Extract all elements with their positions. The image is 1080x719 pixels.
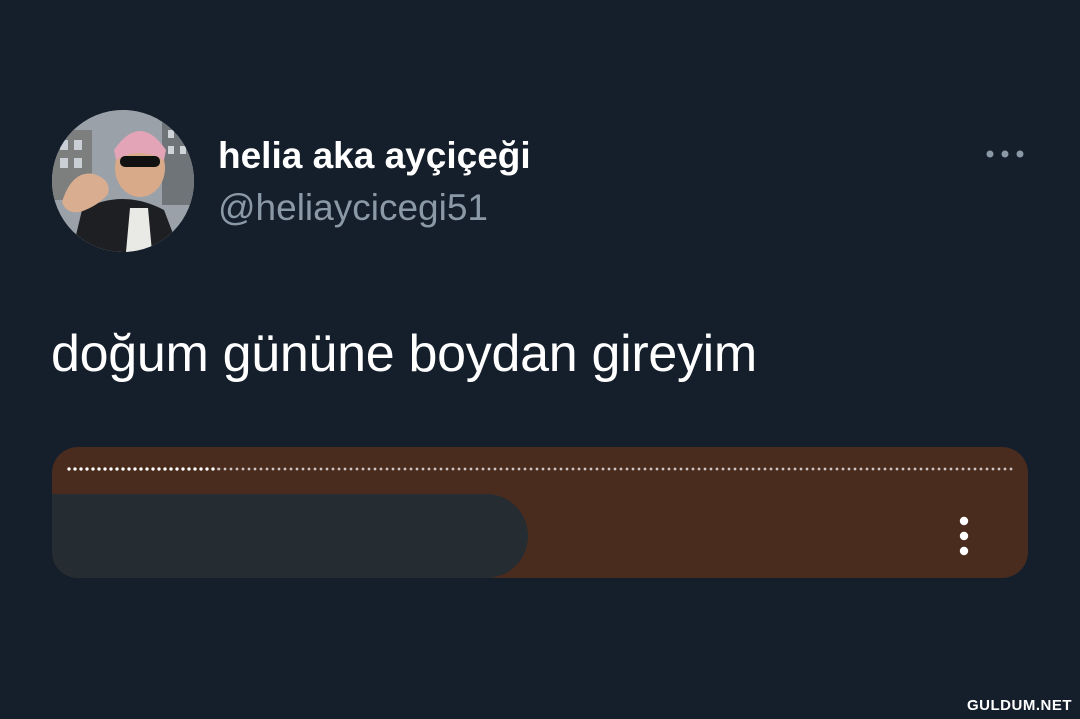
playback-control-pill[interactable] xyxy=(52,494,528,578)
author-display-name[interactable]: helia aka ayçiçeği xyxy=(218,134,531,178)
more-options-button[interactable] xyxy=(983,143,1029,165)
site-watermark: GULDUM.NET xyxy=(967,697,1072,714)
player-menu-button[interactable] xyxy=(952,515,976,561)
author-handle[interactable]: @heliaycicegi51 xyxy=(218,186,488,230)
playback-progress-fill xyxy=(66,467,218,471)
more-horizontal-icon xyxy=(986,150,1024,158)
tweet-text: doğum gününe boydan gireyim xyxy=(51,325,757,383)
avatar[interactable] xyxy=(52,110,194,252)
more-vertical-icon xyxy=(959,516,969,556)
media-player-card[interactable] xyxy=(52,447,1028,578)
